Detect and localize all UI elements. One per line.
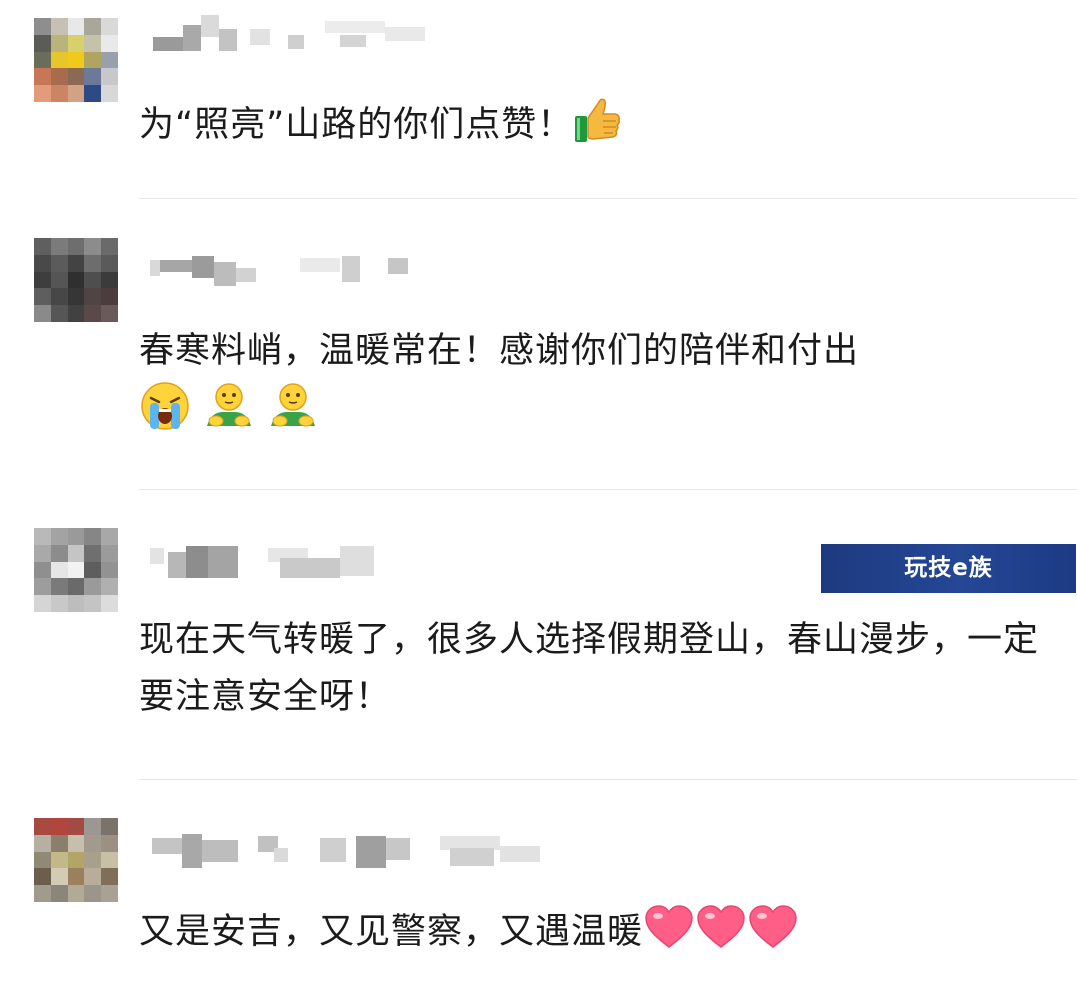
comment-text: 现在天气转暖了，很多人选择假期登山，春山漫步，一定要注意安全呀！ bbox=[139, 620, 1040, 717]
comment-text-content: 春寒料峭，温暖常在！感谢你们的陪伴和付出 bbox=[139, 331, 860, 371]
avatar[interactable] bbox=[34, 818, 118, 902]
avatar[interactable] bbox=[34, 528, 118, 612]
person-with-folded-hands-icon bbox=[267, 380, 319, 450]
heart-icon bbox=[747, 903, 799, 969]
comment-text: 又是安吉，又见警察，又遇温暖 bbox=[139, 903, 1069, 969]
divider bbox=[139, 779, 1077, 780]
comment-text-content: 又是安吉，又见警察，又遇温暖 bbox=[139, 912, 644, 952]
heart-icon bbox=[643, 903, 695, 969]
comment-text: 春寒料峭，温暖常在！感谢你们的陪伴和付出 bbox=[139, 323, 1069, 440]
person-with-folded-hands-icon bbox=[203, 380, 255, 450]
watermark-banner: 玩技e族 bbox=[821, 544, 1076, 593]
heart-icon bbox=[695, 903, 747, 969]
avatar[interactable] bbox=[34, 238, 118, 322]
comment-text: 为“照亮”山路的你们点赞！ bbox=[139, 96, 1069, 162]
divider bbox=[139, 489, 1077, 490]
avatar[interactable] bbox=[34, 18, 118, 102]
divider bbox=[139, 198, 1077, 199]
thumbs-up-icon bbox=[573, 96, 623, 162]
comment-text-content: 为“照亮”山路的你们点赞！ bbox=[139, 105, 574, 145]
loudly-crying-face-icon bbox=[139, 380, 191, 450]
